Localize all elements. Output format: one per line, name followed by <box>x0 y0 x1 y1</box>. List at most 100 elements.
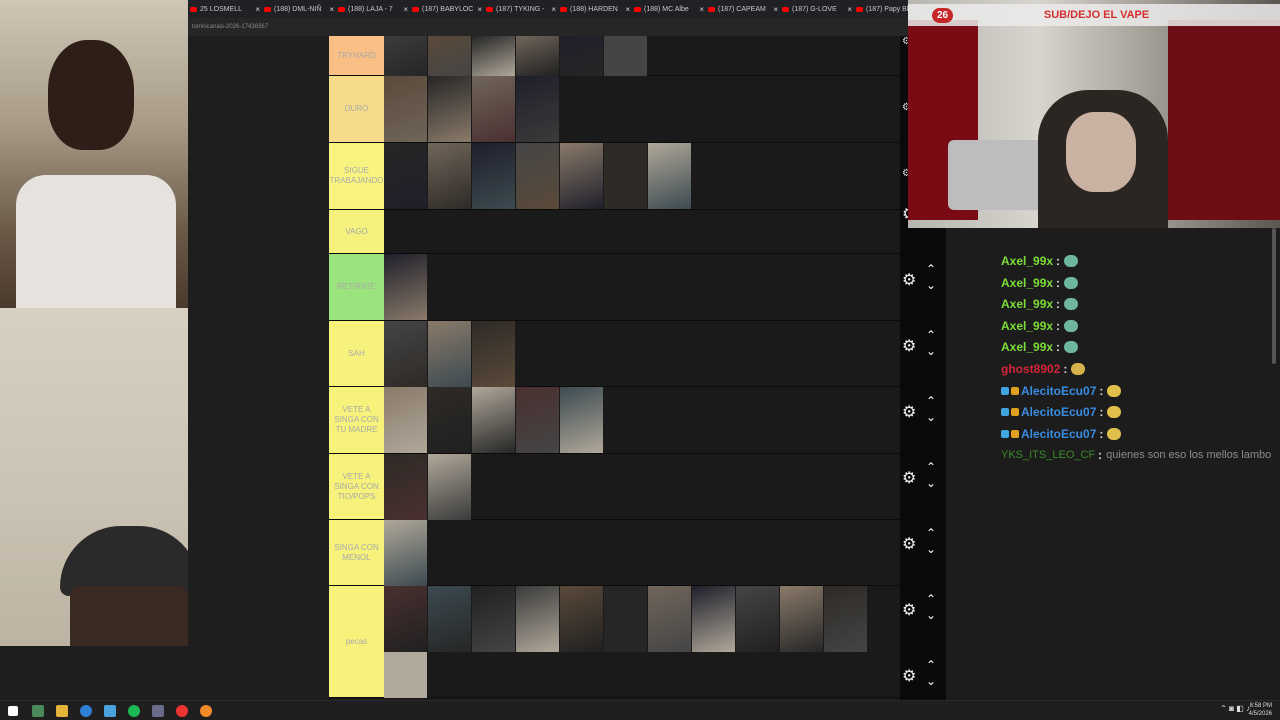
tier-thumbnail[interactable] <box>428 143 471 209</box>
tier-label[interactable]: DURO <box>329 76 384 142</box>
tier-thumbnail[interactable] <box>384 520 427 586</box>
tier-thumbnail[interactable] <box>472 143 515 209</box>
tier-thumbnail[interactable] <box>472 586 515 652</box>
close-tab-icon[interactable]: × <box>475 5 482 14</box>
tier-thumbnail[interactable] <box>560 387 603 453</box>
tier-thumbnail[interactable] <box>428 586 471 652</box>
chat-username[interactable]: Axel_99x <box>1001 254 1053 268</box>
tier-label[interactable]: TRYHARD <box>329 36 384 75</box>
gear-icon[interactable]: ⚙ <box>902 270 916 290</box>
browser-tab[interactable]: (187) Papy Bl× <box>854 0 908 18</box>
browser-tab[interactable]: (188) HARDEN × <box>558 0 632 18</box>
tier-thumbnail[interactable] <box>384 586 427 652</box>
move-up-icon[interactable]: ⌃ <box>926 658 936 672</box>
chrome-icon[interactable] <box>176 705 188 717</box>
tier-label[interactable]: SIGUE TRABAJANDO <box>329 143 384 209</box>
close-tab-icon[interactable]: × <box>697 5 704 14</box>
tier-label[interactable]: VETE A SINGA CON TIO/POPS <box>329 454 384 519</box>
gear-icon[interactable]: ⚙ <box>902 468 916 488</box>
tier-label[interactable]: pecas <box>329 586 384 697</box>
close-tab-icon[interactable]: × <box>549 5 556 14</box>
tier-thumbnail[interactable] <box>516 76 559 142</box>
tier-thumbnail[interactable] <box>604 586 647 652</box>
move-down-icon[interactable]: ⌄ <box>926 410 936 424</box>
chat-username[interactable]: Axel_99x <box>1001 340 1053 354</box>
tier-thumbnail[interactable] <box>736 586 779 652</box>
tier-label[interactable]: VAGO <box>329 210 384 253</box>
move-down-icon[interactable]: ⌄ <box>926 344 936 358</box>
chat-username[interactable]: ghost8902 <box>1001 362 1060 376</box>
chat-scrollbar[interactable] <box>1272 228 1276 364</box>
tier-thumbnail[interactable] <box>428 76 471 142</box>
tier-thumbnail[interactable] <box>692 586 735 652</box>
tier-thumbnail[interactable] <box>428 36 471 76</box>
tier-thumbnail[interactable] <box>428 387 471 453</box>
start-icon[interactable] <box>8 706 18 716</box>
tier-thumbnail[interactable] <box>560 586 603 652</box>
tier-thumbnail[interactable] <box>516 387 559 453</box>
gear-icon[interactable]: ⚙ <box>902 336 916 356</box>
move-up-icon[interactable]: ⌃ <box>926 394 936 408</box>
chat-username[interactable]: YKS_ITS_LEO_CF <box>1001 449 1095 461</box>
spotify-icon[interactable] <box>128 705 140 717</box>
tier-thumbnail[interactable] <box>472 321 515 387</box>
clock[interactable]: 8:58 PM 4/5/2026 <box>1249 702 1272 718</box>
obs-icon[interactable] <box>152 705 164 717</box>
tier-label[interactable]: VETE A SINGA CON TU MADRE <box>329 387 384 453</box>
tier-thumbnail[interactable] <box>384 652 427 698</box>
tier-thumbnail[interactable] <box>384 454 427 520</box>
close-tab-icon[interactable]: × <box>845 5 852 14</box>
gear-icon[interactable]: ⚙ <box>902 600 916 620</box>
file-explorer-icon[interactable] <box>56 705 68 717</box>
gear-icon[interactable]: ⚙ <box>902 666 916 686</box>
tier-thumbnail[interactable] <box>604 36 647 76</box>
move-down-icon[interactable]: ⌄ <box>926 278 936 292</box>
move-up-icon[interactable]: ⌃ <box>926 328 936 342</box>
terminal-icon[interactable] <box>32 705 44 717</box>
browser-tab[interactable]: (188) LAJA - 7 × <box>336 0 410 18</box>
move-down-icon[interactable]: ⌄ <box>926 476 936 490</box>
browser-tab[interactable]: (188) DML-NIÑ × <box>262 0 336 18</box>
move-down-icon[interactable]: ⌄ <box>926 608 936 622</box>
chat-username[interactable]: AlecitoEcu07 <box>1021 405 1096 419</box>
tier-thumbnail[interactable] <box>824 586 867 652</box>
browser-tab[interactable]: (187) BABYLOC × <box>410 0 484 18</box>
close-tab-icon[interactable]: × <box>327 5 334 14</box>
tier-thumbnail[interactable] <box>516 586 559 652</box>
tier-thumbnail[interactable] <box>648 586 691 652</box>
tier-thumbnail[interactable] <box>472 76 515 142</box>
close-tab-icon[interactable]: × <box>623 5 630 14</box>
tier-thumbnail[interactable] <box>604 143 647 209</box>
move-down-icon[interactable]: ⌄ <box>926 674 936 688</box>
tier-thumbnail[interactable] <box>384 76 427 142</box>
browser-tab[interactable]: (187) CAPEAM × <box>706 0 780 18</box>
tier-thumbnail[interactable] <box>384 387 427 453</box>
tier-thumbnail[interactable] <box>384 321 427 387</box>
tier-thumbnail[interactable] <box>560 36 603 76</box>
move-up-icon[interactable]: ⌃ <box>926 262 936 276</box>
store-icon[interactable] <box>104 705 116 717</box>
tier-thumbnail[interactable] <box>472 387 515 453</box>
tier-label[interactable]: SINGA CON MENOL <box>329 520 384 585</box>
tier-thumbnail[interactable] <box>428 454 471 520</box>
gear-icon[interactable]: ⚙ <box>902 402 916 422</box>
tier-thumbnail[interactable] <box>472 36 515 76</box>
system-tray[interactable]: ⌃ ◙ ◧ ♪ <box>1220 704 1250 713</box>
close-tab-icon[interactable]: × <box>771 5 778 14</box>
chat-username[interactable]: Axel_99x <box>1001 319 1053 333</box>
move-up-icon[interactable]: ⌃ <box>926 460 936 474</box>
tier-thumbnail[interactable] <box>516 36 559 76</box>
tier-thumbnail[interactable] <box>384 143 427 209</box>
tier-thumbnail[interactable] <box>560 143 603 209</box>
browser-icon[interactable] <box>80 705 92 717</box>
move-down-icon[interactable]: ⌄ <box>926 542 936 556</box>
tier-thumbnail[interactable] <box>648 143 691 209</box>
browser-tab[interactable]: (187) TYKING - × <box>484 0 558 18</box>
browser-tab[interactable]: (188) MC Albe × <box>632 0 706 18</box>
gear-icon[interactable]: ⚙ <box>902 534 916 554</box>
chat-username[interactable]: AlecitoEcu07 <box>1021 427 1096 441</box>
chat-username[interactable]: Axel_99x <box>1001 276 1053 290</box>
tier-thumbnail[interactable] <box>516 143 559 209</box>
tier-thumbnail[interactable] <box>384 254 427 320</box>
close-tab-icon[interactable]: × <box>401 5 408 14</box>
